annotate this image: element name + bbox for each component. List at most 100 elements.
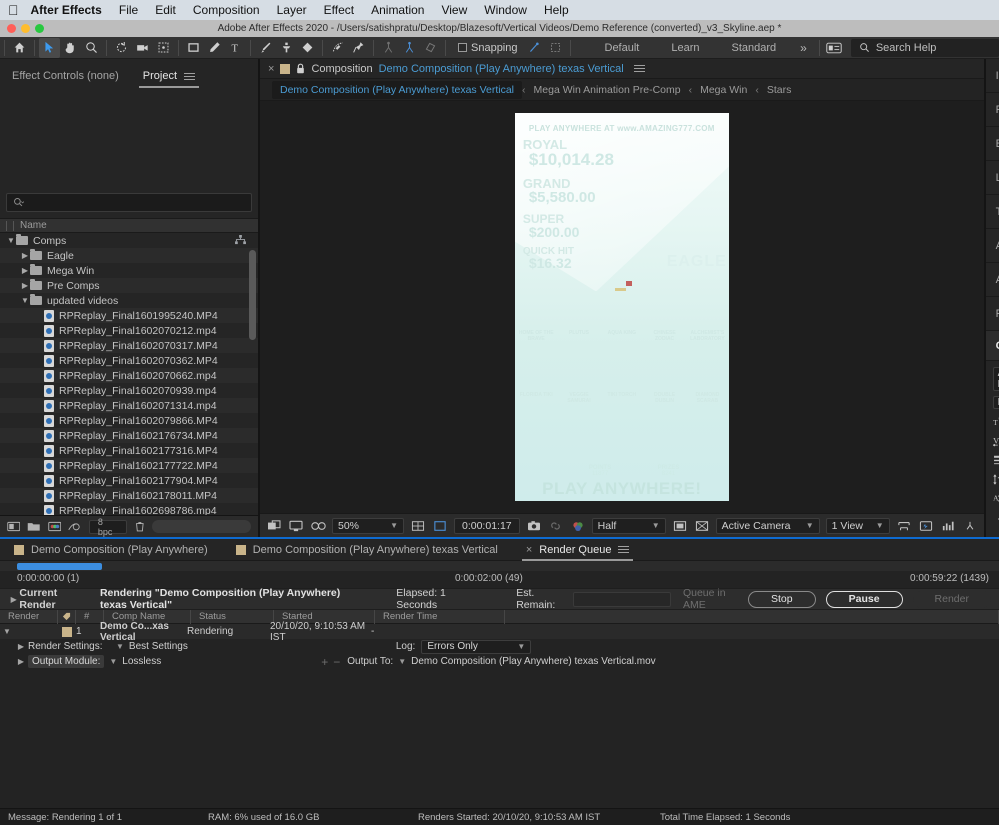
snapping-checkbox[interactable]	[458, 43, 467, 52]
pause-button[interactable]: Pause	[825, 590, 903, 608]
panel-tab-effects-presets[interactable]: Effects & Presets	[985, 127, 999, 161]
panel-tab-paragraph[interactable]: Paragraph	[985, 297, 999, 331]
panel-menu-icon[interactable]	[184, 72, 196, 80]
breadcrumb-item-1[interactable]: Mega Win Animation Pre-Comp	[526, 84, 689, 96]
game-tile-8[interactable]: DOUBLE DUBLIN	[647, 392, 683, 404]
menu-item-view[interactable]: View	[441, 3, 467, 17]
font-family-select[interactable]: Arial Rounded MT... ▼	[992, 367, 999, 391]
fast-previews-icon[interactable]	[918, 518, 934, 534]
channel-rgb-icon[interactable]	[570, 518, 586, 534]
transform-box-icon[interactable]	[545, 38, 566, 58]
menu-item-window[interactable]: Window	[484, 3, 527, 17]
project-item-row[interactable]: RPReplay_Final1601995240.MP4	[0, 308, 258, 323]
output-module-twirl-icon[interactable]: ▶	[14, 657, 28, 666]
output-to-value[interactable]: Demo Composition (Play Anywhere) texas V…	[411, 656, 656, 667]
panel-tab-libraries[interactable]: Libraries	[985, 161, 999, 195]
anchor-parent-icon-1[interactable]	[378, 38, 399, 58]
roto-brush-tool-icon[interactable]	[327, 38, 348, 58]
project-item-row[interactable]: RPReplay_Final1602177904.MP4	[0, 473, 258, 488]
twirl-icon[interactable]: ▶	[20, 266, 30, 275]
eraser-tool-icon[interactable]	[297, 38, 318, 58]
project-item-row[interactable]: RPReplay_Final1602178011.MP4	[0, 488, 258, 503]
game-tile-7[interactable]: TIKI TORCH	[604, 392, 640, 404]
delete-icon[interactable]	[134, 520, 146, 533]
workspace-overflow-icon[interactable]: »	[792, 41, 815, 55]
workspace-standard[interactable]: Standard	[716, 42, 793, 54]
workspace-default[interactable]: Default	[589, 42, 656, 54]
game-tile-3[interactable]: CHINESE ZODIAC	[647, 330, 683, 342]
menu-item-layer[interactable]: Layer	[277, 3, 307, 17]
panel-tab-tracker[interactable]: Tracker	[985, 195, 999, 229]
twirl-icon[interactable]: ▼	[6, 236, 16, 245]
current-render-twirl-icon[interactable]: ▶	[8, 595, 19, 604]
mesh-icon[interactable]	[420, 38, 441, 58]
view-layout-select[interactable]: 1 View ▼	[825, 517, 890, 534]
timeline-tab-demo-composition[interactable]: Demo Composition (Play Anywhere)	[0, 539, 222, 561]
game-tile-0[interactable]: HOME OF THE BRAVE	[518, 330, 554, 342]
pixel-aspect-icon[interactable]	[896, 518, 912, 534]
panel-tab-character[interactable]: Character	[985, 331, 999, 361]
hand-tool-icon[interactable]	[60, 38, 81, 58]
menu-app-name[interactable]: After Effects	[31, 3, 102, 17]
output-to-dropdown-icon[interactable]: ▼	[398, 657, 406, 666]
composition-canvas[interactable]: PLAY ANYWHERE AT www.AMAZING777.COM ROYA…	[514, 113, 729, 501]
render-settings-twirl-icon[interactable]: ▶	[14, 642, 28, 651]
panel-tab-info[interactable]: Info	[985, 59, 999, 93]
selection-tool-icon[interactable]	[39, 37, 60, 58]
snapping-arrow-icon[interactable]	[524, 38, 545, 58]
render-button[interactable]: Render	[912, 590, 991, 608]
tab-render-queue[interactable]: × Render Queue	[512, 539, 644, 561]
apple-logo-icon[interactable]: 	[8, 3, 19, 17]
puppet-pin-tool-icon[interactable]	[348, 38, 369, 58]
breadcrumb-item-3[interactable]: Stars	[759, 84, 800, 96]
panel-tab-preview[interactable]: Preview	[985, 93, 999, 127]
stop-button[interactable]: Stop	[748, 590, 816, 608]
output-module-value[interactable]: Lossless	[122, 656, 161, 667]
twirl-icon[interactable]: ▶	[20, 281, 30, 290]
grid-guides-icon[interactable]	[410, 518, 426, 534]
project-item-row[interactable]: RPReplay_Final1602070212.mp4	[0, 323, 258, 338]
project-item-row[interactable]: RPReplay_Final1602070362.MP4	[0, 353, 258, 368]
breadcrumb-item-0[interactable]: Demo Composition (Play Anywhere) texas V…	[272, 80, 523, 99]
panel-tab-audio[interactable]: Audio	[985, 263, 999, 297]
project-folder-row[interactable]: ▶ Eagle	[0, 248, 258, 263]
game-tile-5[interactable]: FLORIDA TIKI	[518, 392, 554, 404]
render-settings-value[interactable]: Best Settings	[129, 641, 188, 652]
project-item-row[interactable]: RPReplay_Final1602070317.MP4	[0, 338, 258, 353]
lock-icon[interactable]	[296, 63, 305, 74]
snapshot-camera-icon[interactable]	[526, 518, 542, 534]
shape-tool-icon[interactable]	[183, 38, 204, 58]
workspace-menu-icon[interactable]	[824, 38, 845, 58]
game-tile-9[interactable]: DIAMOND SCARAB	[689, 392, 725, 404]
menu-item-composition[interactable]: Composition	[193, 3, 260, 17]
region-of-interest-icon[interactable]	[432, 518, 448, 534]
rotation-tool-icon[interactable]	[111, 38, 132, 58]
menu-item-edit[interactable]: Edit	[155, 3, 176, 17]
magnification-select[interactable]: 50% ▼	[332, 517, 404, 534]
clone-stamp-tool-icon[interactable]	[276, 38, 297, 58]
3d-renderer-icon[interactable]	[694, 518, 710, 534]
project-folder-row[interactable]: ▼ updated videos	[0, 293, 258, 308]
zoom-tool-icon[interactable]	[81, 38, 102, 58]
render-settings-dropdown-icon[interactable]: ▼	[116, 642, 124, 651]
render-queue-item-row[interactable]: ▼ 1 Demo Co...xas Vertical Rendering 20/…	[0, 621, 999, 643]
pan-behind-tool-icon[interactable]	[153, 38, 174, 58]
log-select[interactable]: Errors Only ▼	[421, 639, 532, 654]
composition-panel-menu-icon[interactable]	[633, 65, 645, 72]
output-module-dropdown-icon[interactable]: ▼	[109, 657, 117, 666]
twirl-icon[interactable]: ▶	[20, 251, 30, 260]
project-item-row[interactable]: RPReplay_Final1602698786.mp4	[0, 503, 258, 515]
game-tile-2[interactable]: AQUA KING	[604, 330, 640, 342]
menu-item-effect[interactable]: Effect	[324, 3, 354, 17]
project-folder-row[interactable]: ▼ Comps	[0, 233, 258, 248]
render-settings-row[interactable]: ▶ Render Settings: ▼ Best Settings Log: …	[0, 639, 999, 654]
project-folder-row[interactable]: ▶ Pre Comps	[0, 278, 258, 293]
close-render-queue-icon[interactable]: ×	[526, 544, 532, 556]
timeline-histogram-icon[interactable]	[940, 518, 956, 534]
panel-tab-align[interactable]: Align	[985, 229, 999, 263]
breadcrumb-item-2[interactable]: Mega Win	[692, 84, 755, 96]
current-time-display[interactable]: 0:00:01:17	[454, 517, 520, 534]
game-tile-6[interactable]: VEGGIE SAMURAI	[561, 392, 597, 404]
color-depth-icon[interactable]	[48, 520, 62, 533]
project-item-row[interactable]: RPReplay_Final1602070939.mp4	[0, 383, 258, 398]
